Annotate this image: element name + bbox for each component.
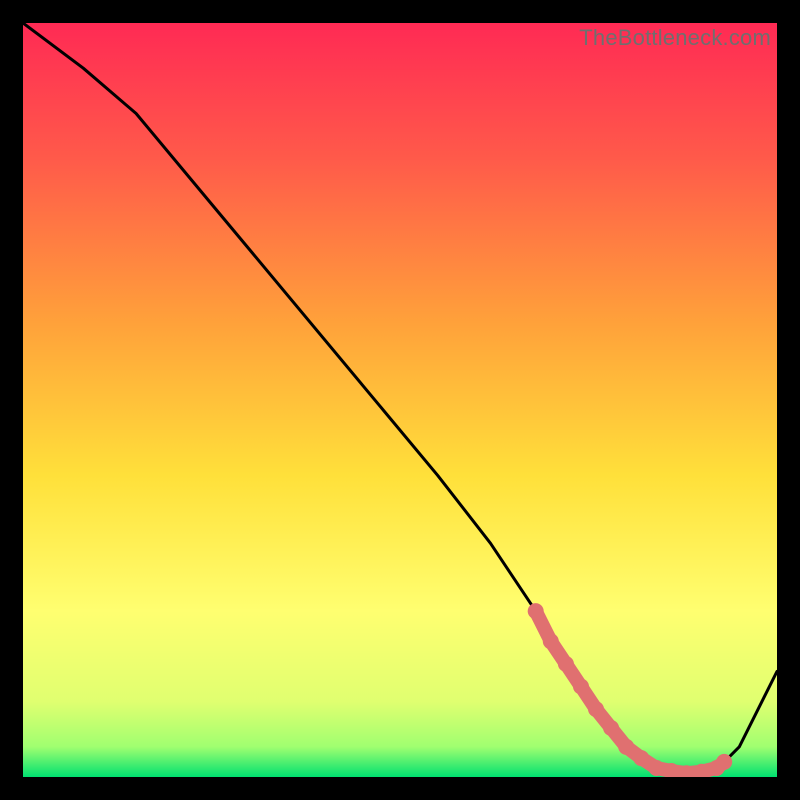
highlighted-point	[543, 633, 559, 649]
highlighted-point	[716, 754, 732, 770]
highlighted-point	[648, 760, 664, 776]
gradient-background	[23, 23, 777, 777]
chart-svg	[23, 23, 777, 777]
highlighted-point	[618, 739, 634, 755]
chart-frame: TheBottleneck.com	[23, 23, 777, 777]
highlighted-point	[588, 701, 604, 717]
highlighted-point	[558, 656, 574, 672]
highlighted-point	[603, 720, 619, 736]
highlighted-point	[573, 679, 589, 695]
highlighted-point	[528, 603, 544, 619]
watermark-text: TheBottleneck.com	[579, 25, 771, 51]
highlighted-point	[633, 750, 649, 766]
